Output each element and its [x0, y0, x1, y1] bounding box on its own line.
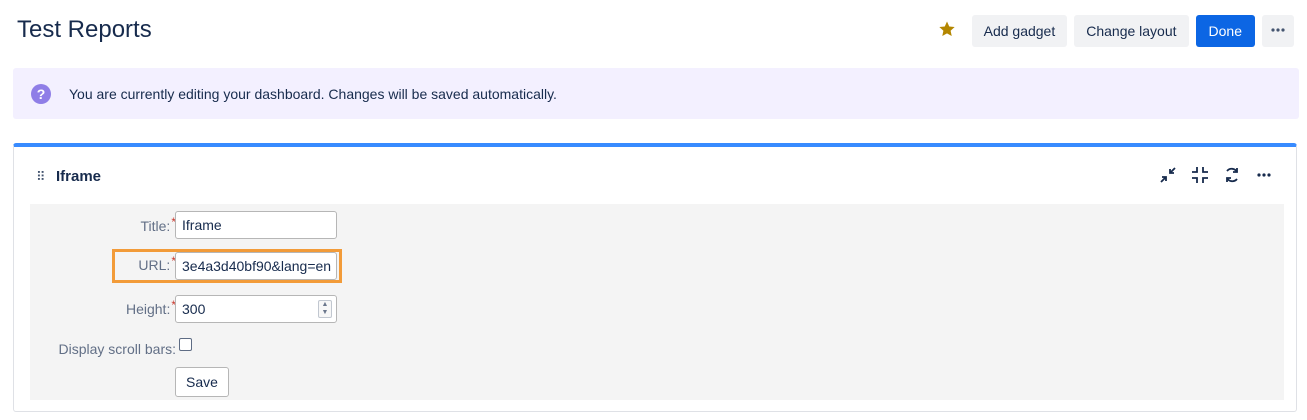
scrollbars-label: Display scroll bars:: [58, 341, 176, 357]
more-horizontal-icon[interactable]: [1254, 165, 1274, 185]
title-label: Title:*: [140, 215, 177, 234]
height-label: Height:*: [125, 298, 176, 317]
refresh-icon[interactable]: [1222, 165, 1242, 185]
done-button[interactable]: Done: [1195, 15, 1255, 47]
gadget-title: Iframe: [56, 168, 102, 185]
page-title: Test Reports: [17, 16, 152, 43]
url-row: URL:* 3e4a3d40bf90&lang=en: [30, 252, 1284, 282]
chevron-up-icon[interactable]: ▲: [322, 301, 329, 309]
dashboard-toolbar: Add gadget Change layout Done: [929, 15, 1294, 47]
title-row: Title:* Iframe: [30, 211, 1284, 241]
height-row: Height:* 300 ▲ ▼: [30, 295, 1284, 325]
minimize-icon[interactable]: [1158, 165, 1178, 185]
gadget-header: ⠿ Iframe: [14, 147, 1296, 201]
question-circle-icon: ?: [31, 83, 51, 104]
title-input[interactable]: Iframe: [175, 211, 337, 239]
number-stepper[interactable]: ▲ ▼: [318, 300, 332, 318]
more-horizontal-icon: [1270, 22, 1286, 41]
url-input[interactable]: 3e4a3d40bf90&lang=en: [175, 252, 337, 280]
save-button[interactable]: Save: [175, 367, 229, 397]
drag-handle-icon[interactable]: ⠿: [36, 169, 45, 185]
gadget-config-form: Title:* Iframe URL:* 3e4a3d40bf90&lang=e…: [30, 204, 1284, 400]
gadget-actions: [1158, 165, 1274, 185]
edit-mode-banner: ? You are currently editing your dashboa…: [13, 68, 1299, 119]
iframe-gadget: ⠿ Iframe Title:* Iframe URL:* 3e4a3d40bf…: [13, 143, 1297, 412]
star-button[interactable]: [929, 15, 965, 47]
collapse-icon[interactable]: [1190, 165, 1210, 185]
star-icon: [938, 20, 956, 43]
add-gadget-button[interactable]: Add gadget: [971, 15, 1068, 47]
chevron-down-icon[interactable]: ▼: [322, 309, 329, 317]
url-label: URL:*: [138, 254, 176, 273]
scrollbars-row: Display scroll bars:: [30, 336, 1284, 358]
more-actions-button[interactable]: [1262, 15, 1294, 47]
scrollbars-checkbox[interactable]: [179, 338, 192, 351]
height-input[interactable]: 300 ▲ ▼: [175, 295, 337, 323]
height-value: 300: [182, 301, 206, 317]
banner-message: You are currently editing your dashboard…: [69, 85, 557, 102]
change-layout-button[interactable]: Change layout: [1074, 15, 1189, 47]
